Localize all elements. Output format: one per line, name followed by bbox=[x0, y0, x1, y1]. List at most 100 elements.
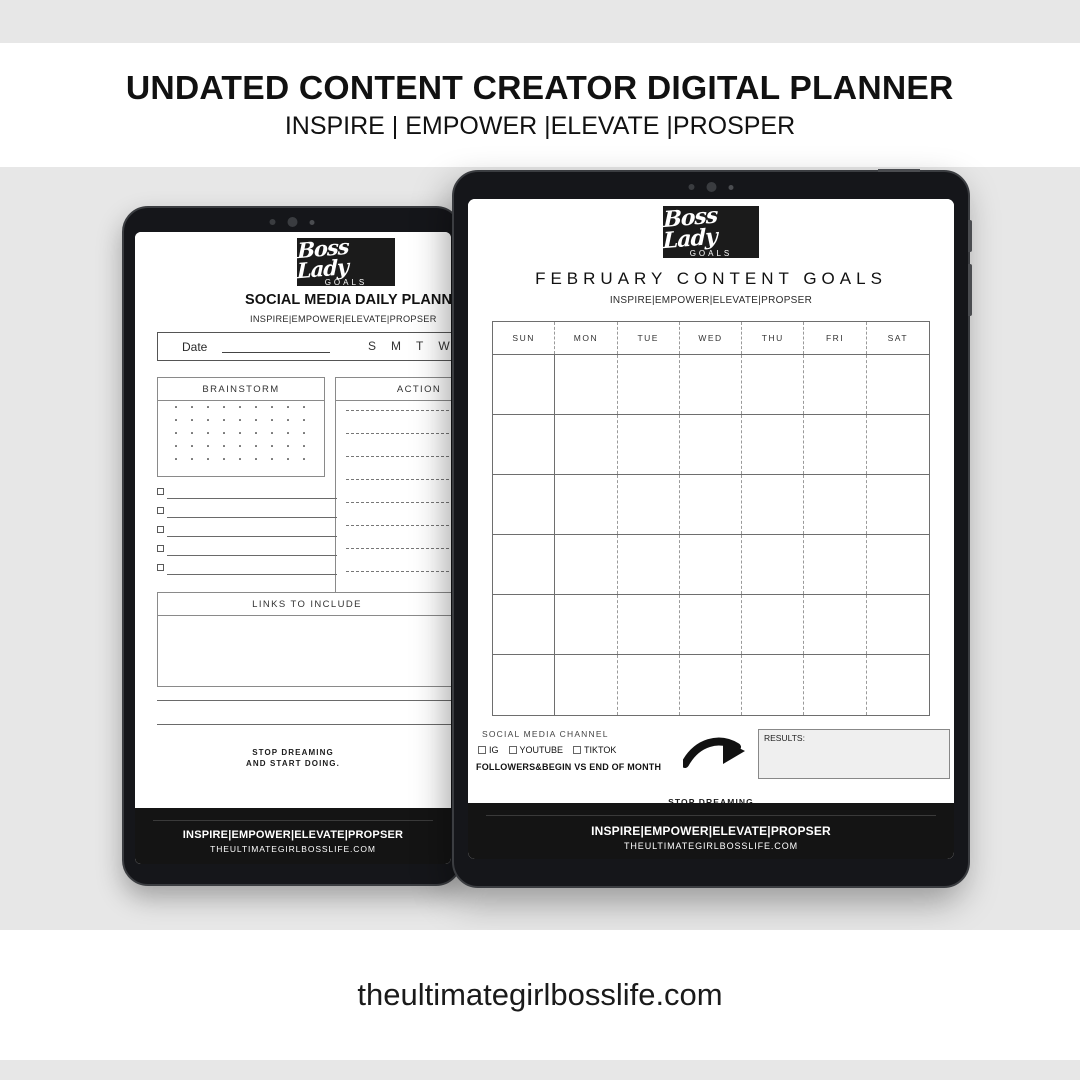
calendar-day-cell[interactable] bbox=[618, 655, 680, 715]
calendar-day-cell[interactable] bbox=[867, 355, 929, 414]
channel-option-ig[interactable]: IG bbox=[478, 745, 499, 755]
action-write-lines[interactable] bbox=[346, 410, 451, 594]
checkbox-icon[interactable] bbox=[157, 564, 164, 571]
social-media-channel-checkboxes[interactable]: IG YOUTUBE TIKTOK bbox=[478, 745, 616, 755]
action-line[interactable] bbox=[346, 548, 451, 549]
calendar-day-cell[interactable] bbox=[555, 415, 618, 474]
grid-dot bbox=[303, 419, 305, 421]
calendar-day-cell[interactable] bbox=[493, 655, 556, 715]
social-media-daily-planner-page: Boss Lady GOALS SOCIAL MEDIA DAILY PLANN… bbox=[135, 232, 451, 864]
calendar-day-cell[interactable] bbox=[680, 415, 743, 474]
calendar-day-cell[interactable] bbox=[804, 655, 867, 715]
checkbox-icon[interactable] bbox=[573, 746, 582, 754]
calendar-day-cell[interactable] bbox=[680, 595, 743, 654]
checklist-item[interactable] bbox=[157, 563, 337, 582]
checklist-write-line[interactable] bbox=[167, 498, 337, 499]
volume-button[interactable] bbox=[968, 220, 972, 252]
calendar-day-cell[interactable] bbox=[742, 355, 805, 414]
action-line[interactable] bbox=[346, 525, 451, 526]
calendar-day-cell[interactable] bbox=[804, 595, 867, 654]
calendar-day-cell[interactable] bbox=[680, 475, 743, 534]
calendar-day-cell[interactable] bbox=[867, 595, 929, 654]
channel-option-youtube[interactable]: YOUTUBE bbox=[508, 745, 563, 755]
checkbox-icon[interactable] bbox=[157, 545, 164, 552]
brainstorm-panel[interactable]: BRAINSTORM bbox=[157, 377, 325, 477]
calendar-day-cell[interactable] bbox=[867, 415, 929, 474]
logo-script-text: Boss Lady bbox=[296, 233, 349, 284]
checkbox-icon[interactable] bbox=[157, 507, 164, 514]
grid-dot bbox=[207, 458, 209, 460]
calendar-day-cell[interactable] bbox=[618, 595, 680, 654]
calendar-day-cell[interactable] bbox=[493, 415, 556, 474]
checkbox-icon[interactable] bbox=[478, 746, 486, 754]
calendar-day-cell[interactable] bbox=[493, 535, 556, 594]
date-field-row[interactable]: Date S M T W bbox=[157, 332, 451, 361]
calendar-day-cell[interactable] bbox=[804, 535, 867, 594]
results-box[interactable]: RESULTS: bbox=[758, 729, 950, 779]
channel-option-tiktok[interactable]: TIKTOK bbox=[573, 745, 616, 755]
calendar-day-cell[interactable] bbox=[867, 655, 929, 715]
action-line[interactable] bbox=[346, 410, 451, 411]
action-line[interactable] bbox=[346, 433, 451, 434]
calendar-day-cell[interactable] bbox=[742, 475, 805, 534]
links-to-include-panel[interactable]: LINKS TO INCLUDE bbox=[157, 592, 451, 687]
calendar-day-cell[interactable] bbox=[618, 535, 680, 594]
action-line[interactable] bbox=[346, 456, 451, 457]
calendar-day-cell[interactable] bbox=[680, 355, 743, 414]
grid-dot bbox=[303, 458, 305, 460]
calendar-day-cell[interactable] bbox=[804, 355, 867, 414]
calendar-day-cell[interactable] bbox=[618, 415, 680, 474]
calendar-day-cell[interactable] bbox=[555, 595, 618, 654]
top-button[interactable] bbox=[878, 169, 920, 172]
action-line[interactable] bbox=[346, 479, 451, 480]
notes-line-2[interactable] bbox=[157, 724, 451, 725]
power-button[interactable] bbox=[968, 264, 972, 316]
day-letter-w-3[interactable]: W bbox=[438, 339, 449, 353]
calendar-day-cell[interactable] bbox=[555, 475, 618, 534]
calendar-day-cell[interactable] bbox=[555, 535, 618, 594]
calendar-day-cell[interactable] bbox=[680, 655, 743, 715]
checklist-write-line[interactable] bbox=[167, 517, 337, 518]
calendar-day-cell[interactable] bbox=[680, 535, 743, 594]
checkbox-icon[interactable] bbox=[508, 746, 517, 754]
action-panel[interactable]: ACTION bbox=[335, 377, 451, 599]
calendar-day-cell[interactable] bbox=[804, 475, 867, 534]
day-letter-m-1[interactable]: M bbox=[391, 339, 401, 353]
calendar-day-cell[interactable] bbox=[618, 475, 680, 534]
checkbox-icon[interactable] bbox=[157, 488, 164, 495]
calendar-day-cell[interactable] bbox=[742, 415, 805, 474]
grid-dot bbox=[271, 419, 273, 421]
day-letter-t-2[interactable]: T bbox=[416, 339, 423, 353]
day-letter-s-0[interactable]: S bbox=[368, 339, 376, 353]
calendar-day-cell[interactable] bbox=[742, 595, 805, 654]
calendar-day-cell[interactable] bbox=[804, 415, 867, 474]
calendar-day-cell[interactable] bbox=[742, 535, 805, 594]
tablet-screen-right[interactable]: Boss Lady GOALS FEBRUARY CONTENT GOALS I… bbox=[468, 199, 954, 859]
calendar-day-cell[interactable] bbox=[618, 355, 680, 414]
tablet-screen-left[interactable]: Boss Lady GOALS SOCIAL MEDIA DAILY PLANN… bbox=[135, 232, 451, 864]
action-line[interactable] bbox=[346, 502, 451, 503]
calendar-day-cell[interactable] bbox=[493, 475, 556, 534]
checklist-write-line[interactable] bbox=[167, 555, 337, 556]
calendar-day-cell[interactable] bbox=[555, 355, 618, 414]
calendar-day-cell[interactable] bbox=[867, 475, 929, 534]
calendar-day-cell[interactable] bbox=[493, 355, 556, 414]
calendar-day-cell[interactable] bbox=[867, 535, 929, 594]
checkbox-icon[interactable] bbox=[157, 526, 164, 533]
notes-line-1[interactable] bbox=[157, 700, 451, 701]
calendar-day-cell[interactable] bbox=[493, 595, 556, 654]
action-line[interactable] bbox=[346, 571, 451, 572]
checklist-item[interactable] bbox=[157, 544, 337, 563]
checklist-item[interactable] bbox=[157, 506, 337, 525]
checklist[interactable] bbox=[157, 487, 337, 582]
checklist-write-line[interactable] bbox=[167, 536, 337, 537]
checklist-write-line[interactable] bbox=[167, 574, 337, 575]
calendar-body[interactable] bbox=[492, 355, 930, 716]
day-of-week-selector[interactable]: SMTW bbox=[368, 339, 450, 353]
monthly-calendar[interactable]: SUN MON TUE WED THU FRI SAT bbox=[492, 321, 930, 721]
checklist-item[interactable] bbox=[157, 525, 337, 544]
calendar-day-cell[interactable] bbox=[555, 655, 618, 715]
date-write-line[interactable] bbox=[222, 352, 330, 353]
calendar-day-cell[interactable] bbox=[742, 655, 805, 715]
checklist-item[interactable] bbox=[157, 487, 337, 506]
